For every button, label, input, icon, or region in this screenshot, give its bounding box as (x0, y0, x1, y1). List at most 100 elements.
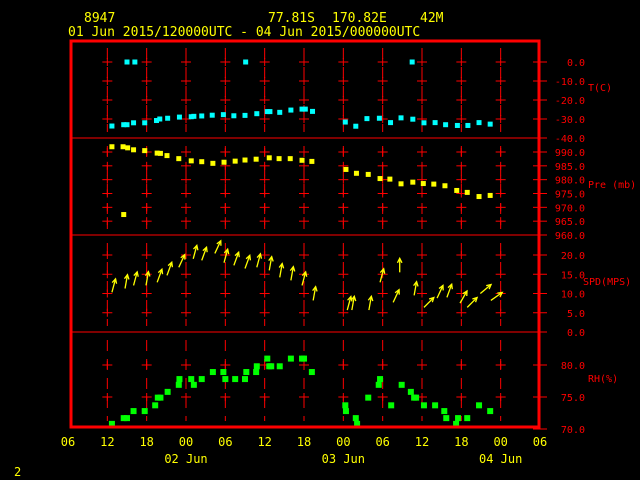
rh-point (268, 363, 275, 370)
temp-point (388, 120, 394, 126)
y-axis-title-rh: RH(%) (588, 374, 618, 385)
x-tick-label: 18 (297, 435, 311, 449)
x-tick-label: 18 (139, 435, 153, 449)
temp-point (487, 121, 493, 127)
station-latitude: 77.81S (268, 11, 315, 26)
y-tick-label-pres: 985.0 (555, 162, 585, 173)
rh-point (222, 376, 229, 383)
temp-point (231, 113, 237, 119)
temp-point (157, 116, 163, 122)
pres-point (476, 194, 482, 200)
temp-point (288, 107, 294, 113)
temp-point (409, 59, 415, 65)
rh-point (352, 415, 359, 422)
y-tick-label-wind: 5.0 (567, 309, 585, 320)
rh-point (476, 402, 483, 409)
temp-point (165, 115, 171, 121)
rh-point (407, 388, 414, 395)
x-tick-label: 06 (375, 435, 389, 449)
x-tick-label: 06 (61, 435, 75, 449)
wind-arrow (268, 255, 274, 271)
temp-point (376, 115, 382, 121)
temp-point (421, 120, 427, 126)
pres-point (266, 155, 272, 161)
rh-point (287, 355, 294, 362)
y-tick-label-temp: 0.0 (567, 58, 585, 69)
x-tick-label: 06 (533, 435, 547, 449)
temp-point (199, 113, 205, 119)
rh-point (209, 369, 216, 376)
y-tick-label-rh: 75.0 (561, 393, 585, 404)
pres-point (276, 156, 282, 162)
rh-point (152, 402, 159, 409)
pres-point (431, 181, 437, 187)
y-tick-label-wind: 20.0 (561, 251, 585, 262)
y-tick-label-wind: 10.0 (561, 290, 585, 301)
wind-arrow (233, 250, 240, 266)
rh-point (308, 369, 315, 376)
y-tick-label-temp: -30.0 (555, 115, 585, 126)
y-tick-label-pres: 965.0 (555, 217, 585, 228)
temp-point (302, 106, 308, 112)
pres-point (299, 157, 305, 163)
pres-point (109, 144, 115, 150)
rh-point (342, 408, 349, 415)
wind-arrow (396, 256, 403, 273)
wind-arrow (392, 288, 400, 303)
temp-point (220, 112, 226, 118)
wind-arrow (466, 296, 479, 308)
wind-arrow (479, 283, 493, 294)
rh-point (365, 394, 372, 401)
wind-arrow-shaft (466, 297, 478, 308)
meteogram: 8947 77.81S 170.82E 42M 01 Jun 2015/1200… (14, 11, 636, 479)
pres-point (410, 179, 416, 185)
pres-point (377, 176, 383, 182)
temp-point (353, 123, 359, 129)
y-tick-label-temp: -20.0 (555, 96, 585, 107)
temp-point (410, 116, 416, 122)
temp-point (243, 59, 249, 65)
rh-point (398, 381, 405, 388)
x-tick-label: 00 (493, 435, 507, 449)
wind-arrow (379, 267, 386, 283)
wind-arrow (111, 277, 118, 293)
rh-point (188, 376, 195, 383)
pres-point (253, 156, 259, 162)
rh-point (413, 394, 420, 401)
rh-point (253, 363, 260, 370)
pres-point (188, 158, 194, 164)
rh-point (420, 402, 427, 409)
rh-point (276, 363, 283, 370)
wind-arrow (350, 294, 357, 311)
y-axis-title-temp: T(C) (588, 83, 612, 94)
pres-point (232, 158, 238, 164)
temp-point (342, 119, 348, 125)
rh-point (464, 415, 471, 422)
station-elevation: 42M (420, 11, 444, 26)
x-tick-label: 00 (336, 435, 350, 449)
temp-point (476, 120, 482, 126)
y-tick-label-rh: 80.0 (561, 361, 585, 372)
pres-point (142, 148, 148, 154)
pres-point (164, 153, 170, 159)
temp-point (454, 122, 460, 128)
temp-point (310, 108, 316, 114)
wind-arrow (367, 294, 374, 311)
temp-point (432, 120, 438, 126)
y-tick-label-temp: -10.0 (555, 77, 585, 88)
pres-point (121, 212, 127, 218)
pres-point (125, 145, 131, 151)
temp-point (254, 111, 260, 117)
rh-point (443, 415, 450, 422)
date-label: 04 Jun (479, 452, 522, 466)
wind-arrow (192, 243, 199, 260)
pres-point (454, 187, 460, 193)
pres-point (287, 156, 293, 162)
wind-arrow (244, 253, 252, 269)
temp-point (267, 109, 273, 115)
pres-point (398, 181, 404, 187)
rh-point (176, 376, 183, 383)
rh-point (441, 408, 448, 415)
y-tick-label-rh: 70.0 (561, 425, 585, 436)
rh-point (124, 415, 130, 422)
